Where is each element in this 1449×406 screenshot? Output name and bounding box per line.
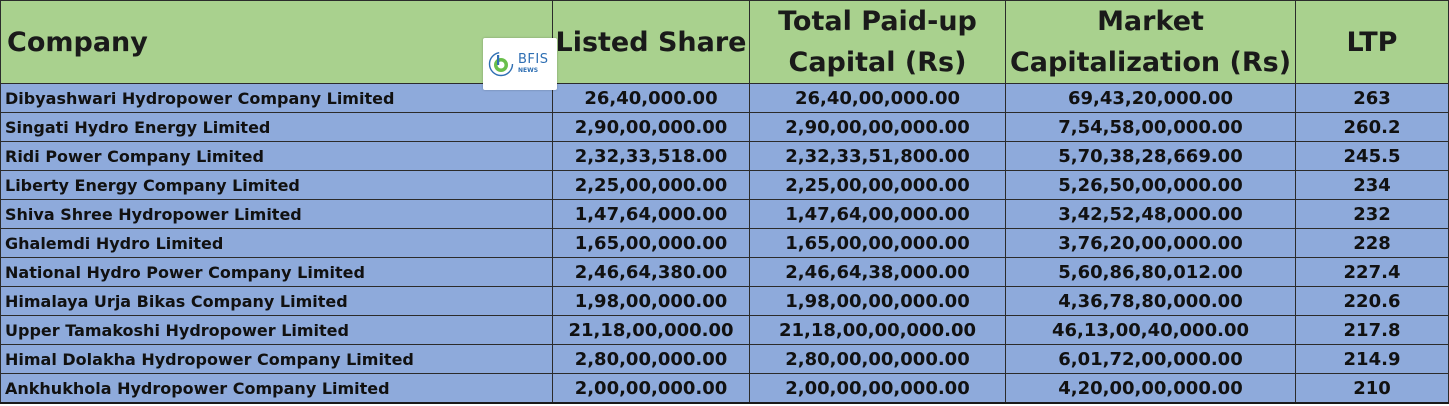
table-row: Shiva Shree Hydropower Limited 1,47,64,00… (0, 199, 1449, 229)
cell-listed-share[interactable]: 1,65,00,000.00 (552, 228, 750, 258)
cell-company[interactable]: Ankhukhola Hydropower Company Limited (0, 373, 553, 404)
cell-listed-share[interactable]: 2,46,64,380.00 (552, 257, 750, 287)
header-paid-up-line1: Total Paid-up (778, 6, 977, 37)
cell-market-cap[interactable]: 4,36,78,80,000.00 (1005, 286, 1296, 316)
cell-paid-up-capital[interactable]: 21,18,00,00,000.00 (749, 315, 1006, 345)
cell-company[interactable]: Shiva Shree Hydropower Limited (0, 199, 553, 229)
cell-ltp[interactable]: 214.9 (1295, 344, 1449, 374)
cell-company[interactable]: National Hydro Power Company Limited (0, 257, 553, 287)
cell-ltp[interactable]: 260.2 (1295, 112, 1449, 142)
hydropower-table: Company Listed Share Total Paid-up Capit… (0, 0, 1449, 404)
cell-ltp[interactable]: 234 (1295, 170, 1449, 200)
header-market-cap-line1: Market (1097, 6, 1204, 37)
cell-paid-up-capital[interactable]: 2,46,64,38,000.00 (749, 257, 1006, 287)
header-paid-up-line2: Capital (Rs) (788, 47, 967, 78)
table-row: Upper Tamakoshi Hydropower Limited 21,18,… (0, 315, 1449, 345)
cell-market-cap[interactable]: 69,43,20,000.00 (1005, 83, 1296, 113)
table-row: Ankhukhola Hydropower Company Limited 2,0… (0, 373, 1449, 404)
cell-market-cap[interactable]: 3,76,20,00,000.00 (1005, 228, 1296, 258)
table-row: Dibyashwari Hydropower Company Limited 26… (0, 83, 1449, 113)
cell-listed-share[interactable]: 2,90,00,000.00 (552, 112, 750, 142)
cell-company[interactable]: Upper Tamakoshi Hydropower Limited (0, 315, 553, 345)
cell-paid-up-capital[interactable]: 1,47,64,00,000.00 (749, 199, 1006, 229)
table-row: Ridi Power Company Limited 2,32,33,518.00… (0, 141, 1449, 171)
table-row: National Hydro Power Company Limited 2,46… (0, 257, 1449, 287)
cell-ltp[interactable]: 232 (1295, 199, 1449, 229)
table-row: Liberty Energy Company Limited 2,25,00,00… (0, 170, 1449, 200)
watermark-brand: BFIS (518, 52, 549, 67)
spreadsheet: Company Listed Share Total Paid-up Capit… (0, 0, 1449, 404)
cell-ltp[interactable]: 217.8 (1295, 315, 1449, 345)
cell-listed-share[interactable]: 1,47,64,000.00 (552, 199, 750, 229)
header-market-cap-line2: Capitalization (Rs) (1009, 47, 1292, 78)
watermark-sub: NEWS (518, 67, 539, 74)
cell-market-cap[interactable]: 4,20,00,00,000.00 (1005, 373, 1296, 404)
table-row: Himalaya Urja Bikas Company Limited 1,98,… (0, 286, 1449, 316)
cell-paid-up-capital[interactable]: 1,65,00,00,000.00 (749, 228, 1006, 258)
cell-market-cap[interactable]: 5,60,86,80,012.00 (1005, 257, 1296, 287)
cell-market-cap[interactable]: 46,13,00,40,000.00 (1005, 315, 1296, 345)
cell-company[interactable]: Ridi Power Company Limited (0, 141, 553, 171)
cell-ltp[interactable]: 245.5 (1295, 141, 1449, 171)
cell-listed-share[interactable]: 2,32,33,518.00 (552, 141, 750, 171)
cell-market-cap[interactable]: 5,70,38,28,669.00 (1005, 141, 1296, 171)
cell-market-cap[interactable]: 7,54,58,00,000.00 (1005, 112, 1296, 142)
cell-paid-up-capital[interactable]: 2,80,00,00,000.00 (749, 344, 1006, 374)
cell-listed-share[interactable]: 26,40,000.00 (552, 83, 750, 113)
bfis-watermark: BFIS NEWS (483, 38, 557, 90)
header-listed-share[interactable]: Listed Share (552, 0, 750, 84)
cell-company[interactable]: Singati Hydro Energy Limited (0, 112, 553, 142)
header-company[interactable]: Company (0, 0, 553, 84)
cell-paid-up-capital[interactable]: 1,98,00,00,000.00 (749, 286, 1006, 316)
table-row: Himal Dolakha Hydropower Company Limited… (0, 344, 1449, 374)
cell-listed-share[interactable]: 1,98,00,000.00 (552, 286, 750, 316)
cell-paid-up-capital[interactable]: 2,90,00,00,000.00 (749, 112, 1006, 142)
table-row: Ghalemdi Hydro Limited 1,65,00,000.00 1,65… (0, 228, 1449, 258)
cell-listed-share[interactable]: 21,18,00,000.00 (552, 315, 750, 345)
header-paid-up-capital[interactable]: Total Paid-up Capital (Rs) (749, 0, 1006, 84)
cell-paid-up-capital[interactable]: 2,32,33,51,800.00 (749, 141, 1006, 171)
cell-listed-share[interactable]: 2,25,00,000.00 (552, 170, 750, 200)
bfis-logo-icon (488, 51, 514, 77)
cell-company[interactable]: Himal Dolakha Hydropower Company Limited (0, 344, 553, 374)
cell-ltp[interactable]: 263 (1295, 83, 1449, 113)
table-row: Singati Hydro Energy Limited 2,90,00,000.… (0, 112, 1449, 142)
cell-ltp[interactable]: 220.6 (1295, 286, 1449, 316)
cell-market-cap[interactable]: 5,26,50,00,000.00 (1005, 170, 1296, 200)
cell-company[interactable]: Dibyashwari Hydropower Company Limited (0, 83, 553, 113)
cell-company[interactable]: Liberty Energy Company Limited (0, 170, 553, 200)
header-row: Company Listed Share Total Paid-up Capit… (0, 0, 1449, 84)
cell-ltp[interactable]: 210 (1295, 373, 1449, 404)
cell-market-cap[interactable]: 3,42,52,48,000.00 (1005, 199, 1296, 229)
cell-ltp[interactable]: 228 (1295, 228, 1449, 258)
cell-listed-share[interactable]: 2,00,00,000.00 (552, 373, 750, 404)
header-market-cap[interactable]: Market Capitalization (Rs) (1005, 0, 1296, 84)
cell-company[interactable]: Himalaya Urja Bikas Company Limited (0, 286, 553, 316)
cell-company[interactable]: Ghalemdi Hydro Limited (0, 228, 553, 258)
cell-paid-up-capital[interactable]: 2,00,00,00,000.00 (749, 373, 1006, 404)
cell-listed-share[interactable]: 2,80,00,000.00 (552, 344, 750, 374)
cell-paid-up-capital[interactable]: 2,25,00,00,000.00 (749, 170, 1006, 200)
cell-paid-up-capital[interactable]: 26,40,00,000.00 (749, 83, 1006, 113)
header-ltp[interactable]: LTP (1295, 0, 1449, 84)
cell-ltp[interactable]: 227.4 (1295, 257, 1449, 287)
cell-market-cap[interactable]: 6,01,72,00,000.00 (1005, 344, 1296, 374)
